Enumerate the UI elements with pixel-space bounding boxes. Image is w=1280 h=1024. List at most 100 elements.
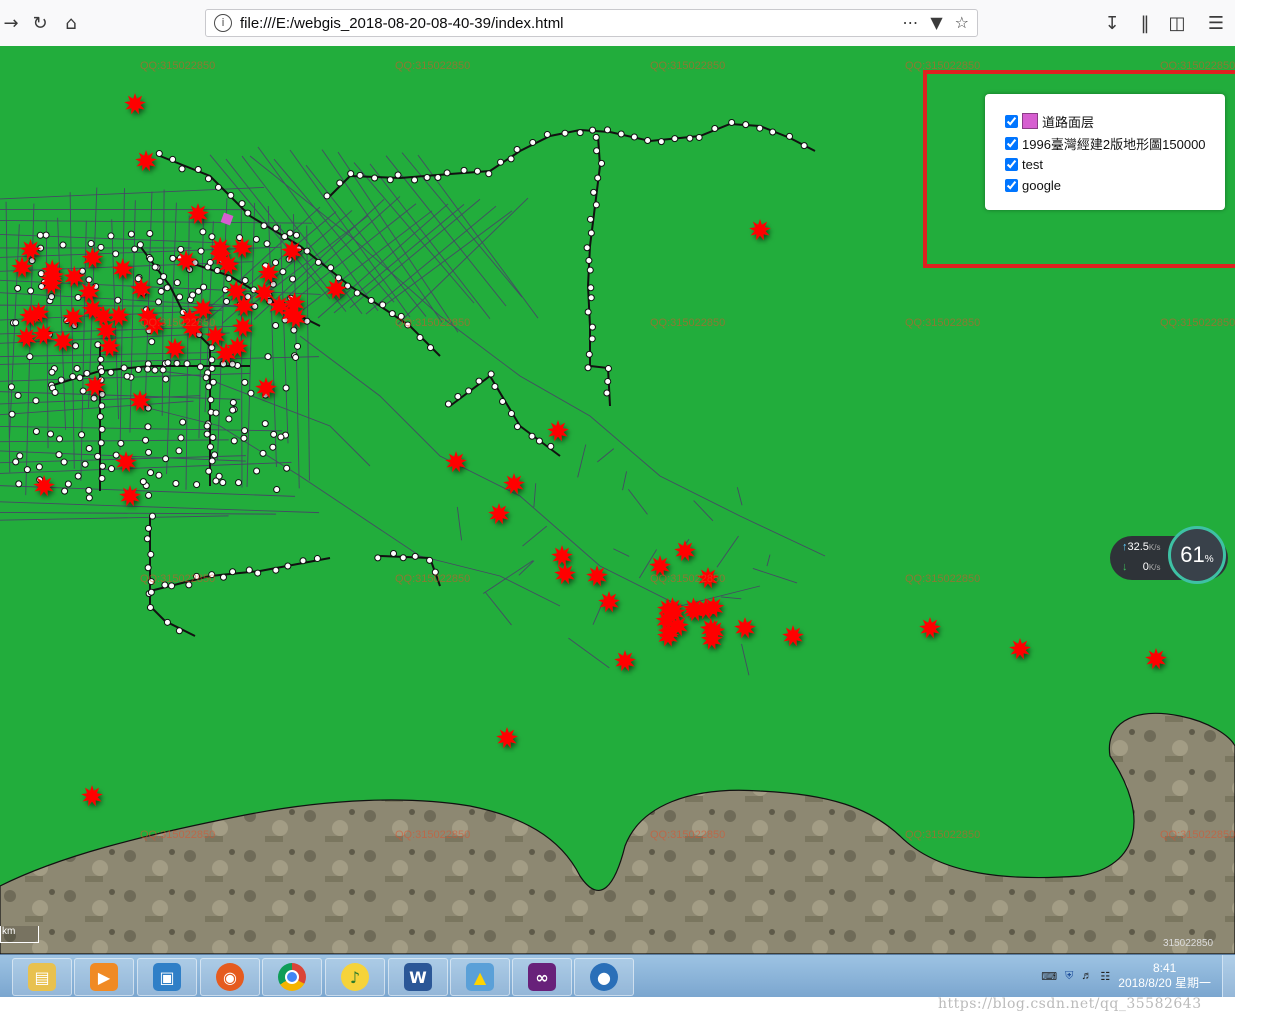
reload-icon[interactable]: ↻	[29, 12, 51, 34]
taskbar-photo-viewer[interactable]: ▣	[137, 958, 197, 996]
road-vertex-dot	[32, 428, 40, 436]
road-vertex-dot	[14, 391, 22, 399]
poi-star-marker[interactable]	[119, 485, 141, 507]
poi-star-marker[interactable]	[782, 625, 804, 647]
road-vertex-dot	[12, 319, 20, 327]
road-vertex-dot	[399, 554, 407, 562]
poi-star-marker[interactable]	[503, 473, 525, 495]
road-vertex-dot	[147, 588, 155, 596]
source-watermark-url: https://blog.csdn.net/qq_35582643	[938, 996, 1202, 1012]
volume-icon[interactable]: ♬	[1081, 970, 1092, 982]
poi-star-marker[interactable]	[734, 617, 756, 639]
road-vertex-dot	[72, 342, 80, 350]
poi-star-marker[interactable]	[674, 540, 696, 562]
poi-star-marker[interactable]	[919, 617, 941, 639]
road-vertex-dot	[598, 159, 606, 167]
road-vertex-dot	[593, 147, 601, 155]
road-vertex-dot	[12, 458, 20, 466]
poi-star-marker[interactable]	[33, 475, 55, 497]
road-vertex-dot	[323, 192, 331, 200]
poi-star-marker[interactable]	[598, 591, 620, 613]
road-vertex-dot	[497, 158, 505, 166]
poi-star-marker[interactable]	[614, 650, 636, 672]
road-vertex-dot	[55, 451, 63, 459]
info-icon[interactable]: i	[214, 14, 232, 32]
road-vertex-dot	[144, 524, 152, 532]
taskbar-media-player[interactable]: ▶	[74, 958, 134, 996]
poi-star-marker[interactable]	[445, 451, 467, 473]
poi-star-marker[interactable]	[749, 219, 771, 241]
minor-road	[5, 201, 11, 473]
menu-icon[interactable]: ☰	[1205, 12, 1227, 34]
road-vertex-dot	[206, 443, 214, 451]
road-vertex-dot	[535, 437, 543, 445]
road-vertex-dot	[69, 373, 77, 381]
road-vertex-dot	[390, 550, 398, 558]
road-vertex-dot	[99, 462, 107, 470]
road-vertex-dot	[603, 126, 611, 134]
input-method-icon[interactable]: ⌨	[1041, 970, 1057, 983]
map-viewport[interactable]: QQ:315022850 QQ:315022850 QQ:315022850 Q…	[0, 46, 1235, 954]
window-icon: ▣	[153, 963, 181, 991]
road-vertex-dot	[144, 365, 152, 373]
bookmark-star-icon[interactable]: ☆	[955, 13, 969, 32]
poi-star-marker[interactable]	[231, 236, 253, 259]
road-vertex-dot	[147, 469, 155, 477]
road-vertex-dot	[529, 138, 537, 146]
road-vertex-dot	[303, 317, 311, 325]
taskbar-music[interactable]: ♪	[325, 958, 385, 996]
poi-star-marker[interactable]	[551, 545, 573, 567]
url-bar[interactable]: i file:///E:/webgis_2018-08-20-08-40-39/…	[205, 9, 978, 37]
poi-star-marker[interactable]	[554, 563, 576, 585]
sidebar-icon[interactable]: ◫	[1166, 12, 1188, 34]
poi-star-marker[interactable]	[1145, 648, 1167, 670]
poi-star-marker[interactable]	[15, 326, 38, 348]
poi-star-marker[interactable]	[135, 150, 157, 172]
road-vertex-dot	[142, 436, 150, 444]
poi-star-marker[interactable]	[496, 727, 518, 749]
taskbar-firefox[interactable]: ◉	[200, 958, 260, 996]
taskbar-visual-studio[interactable]: ∞	[512, 958, 572, 996]
taskbar-chrome[interactable]	[262, 958, 322, 996]
road-vertex-dot	[107, 232, 115, 240]
earth-icon: ●	[590, 963, 618, 991]
road-vertex-dot	[434, 173, 442, 181]
road-vertex-dot	[147, 550, 155, 558]
taskbar-word[interactable]: W	[388, 958, 448, 996]
more-icon[interactable]: ⋯	[902, 13, 918, 32]
pocket-icon[interactable]: ▼	[930, 13, 942, 32]
poi-star-marker[interactable]	[81, 785, 103, 807]
forward-arrow-icon[interactable]: →	[0, 12, 22, 34]
taskbar-file-explorer[interactable]: ▤	[12, 958, 72, 996]
security-shield-icon[interactable]: ⛨	[1065, 970, 1073, 983]
road-surface-feature[interactable]	[220, 212, 234, 226]
poi-star-marker[interactable]	[547, 420, 569, 442]
network-icon[interactable]: ☷	[1100, 970, 1110, 983]
road-vertex-dot	[800, 142, 808, 150]
system-tray: ⌨ ⛨ ♬ ☷ 8:41 2018/8/20 星期一	[1041, 958, 1211, 994]
road-vertex-dot	[7, 383, 15, 391]
poi-star-marker[interactable]	[175, 249, 197, 272]
show-desktop-button[interactable]	[1222, 955, 1235, 997]
road-vertex-dot	[61, 487, 69, 495]
poi-star-marker[interactable]	[1009, 638, 1031, 660]
minor-road	[720, 596, 742, 600]
poi-star-marker[interactable]	[488, 503, 510, 525]
road-vertex-dot	[209, 378, 217, 386]
url-text[interactable]: file:///E:/webgis_2018-08-20-08-40-39/in…	[240, 15, 564, 32]
system-clock[interactable]: 8:41 2018/8/20 星期一	[1118, 961, 1211, 991]
download-icon[interactable]: ↧	[1101, 12, 1123, 34]
taskbar-earth[interactable]: ●	[574, 958, 634, 996]
library-icon[interactable]: ‖	[1134, 12, 1156, 34]
taskbar-arcgis[interactable]: ▲	[450, 958, 510, 996]
poi-star-marker[interactable]	[164, 337, 186, 359]
road-vertex-dot	[131, 245, 139, 253]
poi-star-marker[interactable]	[187, 203, 209, 225]
memory-usage-gauge[interactable]: 61%	[1168, 526, 1226, 584]
poi-star-marker[interactable]	[232, 315, 254, 338]
road-vertex-dot	[260, 222, 268, 230]
poi-star-marker[interactable]	[124, 93, 146, 115]
home-icon[interactable]: ⌂	[60, 12, 82, 34]
road-vertex-dot	[223, 297, 231, 305]
road-vertex-dot	[586, 266, 594, 274]
